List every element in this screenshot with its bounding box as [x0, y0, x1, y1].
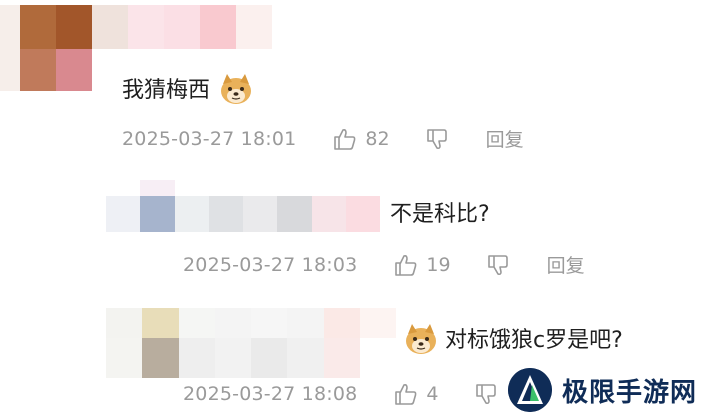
comment-3-text: 对标饿狼c罗是吧? — [445, 328, 623, 353]
comment-thread: 我猜梅西 2025-03-27 18:01 82 回复 不是科比? 2025-0… — [0, 0, 701, 419]
comment-1-reply-button[interactable]: 回复 — [486, 125, 524, 152]
censored-user-info — [106, 180, 380, 232]
comment-3-text-row: 对标饿狼c罗是吧? — [404, 322, 623, 356]
site-watermark: 极限手游网 — [508, 368, 697, 412]
censored-user-info — [106, 308, 396, 378]
comment-3-like-count: 4 — [426, 383, 439, 405]
comment-2-reply-button[interactable]: 回复 — [547, 251, 585, 278]
thumbs-up-icon[interactable] — [393, 381, 419, 407]
thumbs-up-icon[interactable] — [393, 252, 419, 278]
watermark-text: 极限手游网 — [562, 377, 698, 408]
comment-1-like-count: 82 — [365, 127, 390, 150]
comment-2-text: 不是科比? — [390, 202, 490, 227]
doge-emoji-icon — [221, 74, 252, 104]
thumbs-down-icon[interactable] — [485, 252, 511, 278]
comment-1-text-row: 我猜梅西 — [122, 72, 253, 106]
comment-2-like-count: 19 — [426, 253, 451, 276]
thumbs-up-icon[interactable] — [332, 126, 358, 152]
comment-1-timestamp: 2025-03-27 18:01 — [122, 127, 297, 150]
thumbs-down-icon[interactable] — [424, 126, 450, 152]
comment-2-meta: 2025-03-27 18:03 19 回复 — [183, 251, 585, 278]
censored-user-info-left — [0, 5, 20, 91]
comment-1-text: 我猜梅西 — [122, 78, 211, 103]
comment-2-timestamp: 2025-03-27 18:03 — [183, 253, 358, 276]
comment-3-timestamp: 2025-03-27 18:08 — [183, 383, 358, 405]
comment-1-meta: 2025-03-27 18:01 82 回复 — [122, 125, 524, 152]
thumbs-down-icon[interactable] — [473, 381, 499, 407]
watermark-logo-icon — [508, 368, 552, 412]
comment-3-meta: 2025-03-27 18:08 4 — [183, 381, 499, 407]
doge-emoji-icon — [406, 324, 436, 354]
